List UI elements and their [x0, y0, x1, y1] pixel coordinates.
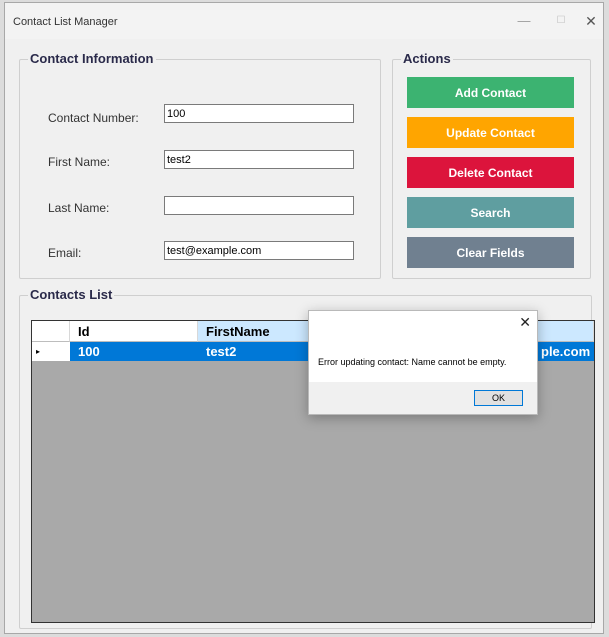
- grid-corner-header: [32, 321, 70, 342]
- contact-information-group: Contact Information Contact Number: Firs…: [19, 51, 381, 279]
- clear-fields-button[interactable]: Clear Fields: [407, 237, 574, 268]
- actions-group: Actions Add Contact Update Contact Delet…: [392, 51, 591, 279]
- column-header-id[interactable]: Id: [70, 321, 198, 342]
- window-title: Contact List Manager: [13, 16, 118, 28]
- cell-id[interactable]: 100: [70, 342, 100, 361]
- error-dialog: ✕ Error updating contact: Name cannot be…: [308, 310, 538, 415]
- maximize-button[interactable]: ☐: [550, 11, 572, 31]
- dialog-footer: OK: [309, 382, 537, 414]
- close-button[interactable]: ✕: [580, 11, 602, 31]
- update-contact-button[interactable]: Update Contact: [407, 117, 574, 148]
- contact-information-legend: Contact Information: [28, 51, 156, 66]
- first-name-label: First Name:: [48, 155, 111, 169]
- last-name-label: Last Name:: [48, 201, 110, 215]
- contact-number-input[interactable]: [164, 104, 354, 123]
- contact-number-label: Contact Number:: [48, 111, 139, 125]
- cell-firstname[interactable]: test2: [198, 342, 236, 361]
- first-name-input[interactable]: [164, 150, 354, 169]
- minimize-button[interactable]: —: [513, 11, 535, 31]
- search-button[interactable]: Search: [407, 197, 574, 228]
- last-name-input[interactable]: [164, 196, 354, 215]
- delete-contact-button[interactable]: Delete Contact: [407, 157, 574, 188]
- actions-legend: Actions: [401, 51, 453, 66]
- email-label: Email:: [48, 246, 82, 260]
- dialog-message: Error updating contact: Name cannot be e…: [318, 357, 507, 367]
- main-window: Contact List Manager — ☐ ✕ Contact Infor…: [4, 2, 604, 634]
- dialog-ok-button[interactable]: OK: [474, 390, 523, 406]
- row-selector-icon[interactable]: ▸: [32, 342, 70, 361]
- contacts-list-legend: Contacts List: [28, 287, 115, 302]
- title-bar[interactable]: Contact List Manager — ☐ ✕: [5, 3, 603, 39]
- email-input[interactable]: [164, 241, 354, 260]
- dialog-close-icon[interactable]: ✕: [519, 314, 531, 331]
- add-contact-button[interactable]: Add Contact: [407, 77, 574, 108]
- cell-email[interactable]: ple.com: [533, 342, 590, 361]
